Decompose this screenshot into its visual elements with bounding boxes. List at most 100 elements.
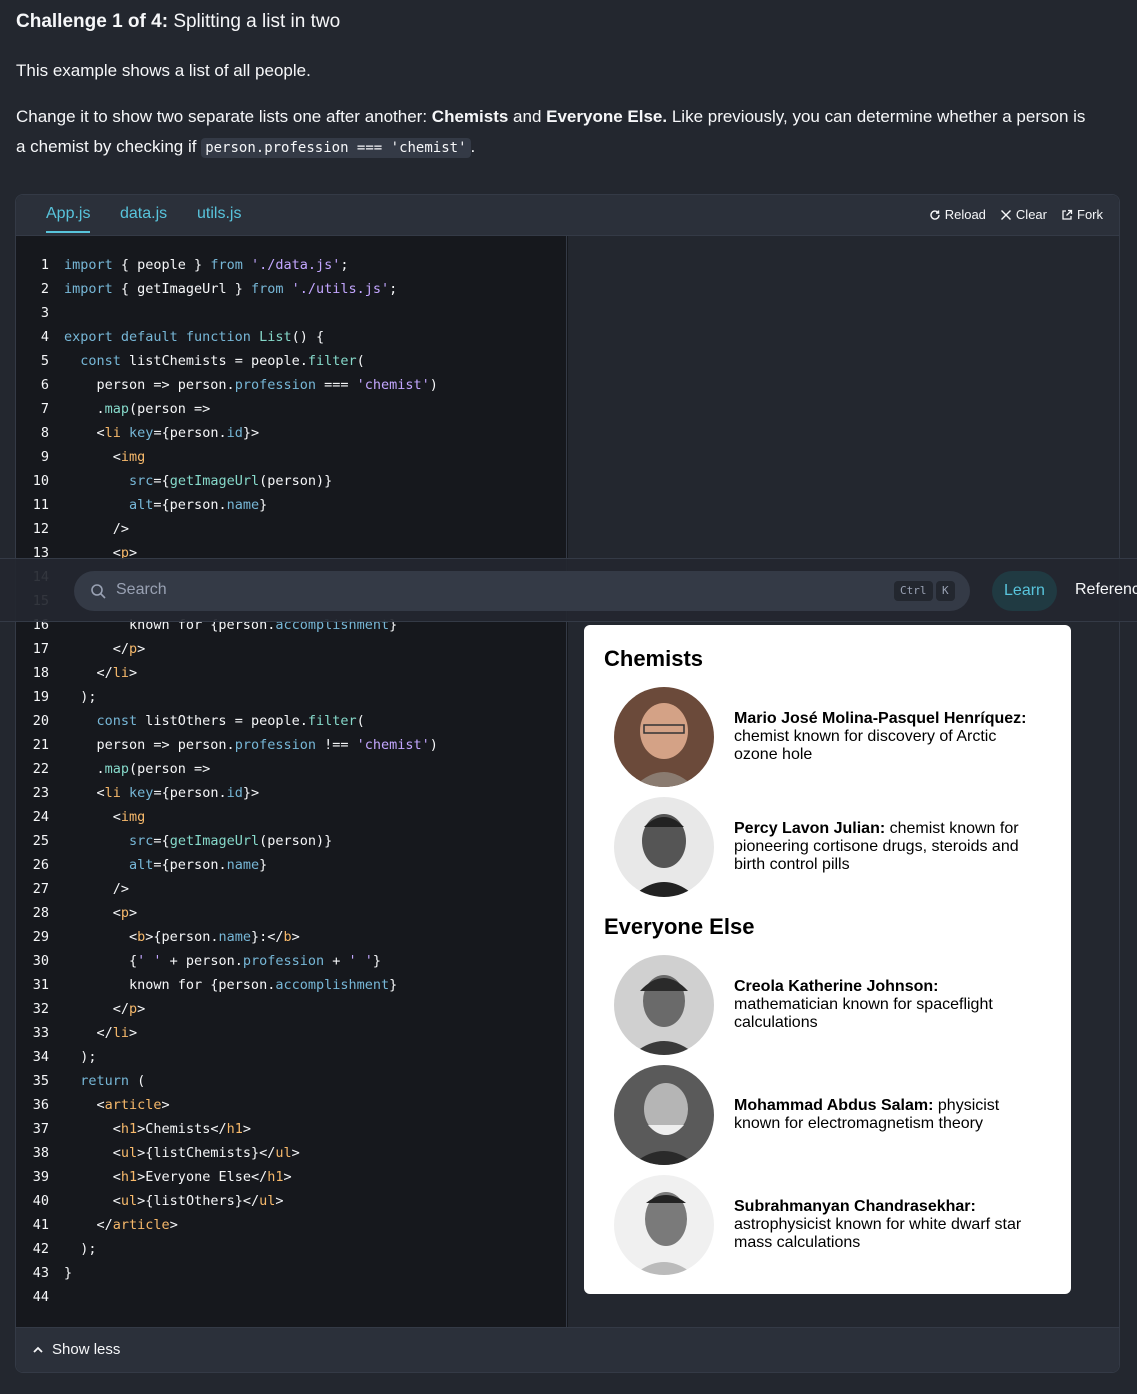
clear-button[interactable]: Clear (1000, 207, 1047, 222)
line-number: 12 (32, 521, 49, 537)
nav-learn[interactable]: Learn (992, 571, 1057, 611)
code-line: 11 alt={person.name} (16, 493, 566, 517)
line-content: ); (64, 1049, 97, 1065)
preview-output: Chemists Mario José Molina-Pasquel Henrí… (584, 625, 1071, 1294)
line-number: 40 (32, 1193, 49, 1209)
code-line: 34 ); (16, 1045, 566, 1069)
shortcut-ctrl: Ctrl (894, 581, 933, 601)
code-line: 26 alt={person.name} (16, 853, 566, 877)
code-line: 31 known for {person.accomplishment} (16, 973, 566, 997)
code-editor[interactable]: 1 import { people } from './data.js'; 2 imp… (16, 236, 567, 1328)
person-desc: chemist known for discovery of Arctic oz… (734, 728, 997, 763)
line-content: /> (64, 881, 130, 897)
code-line: 32 </p> (16, 997, 566, 1021)
tab-app-js[interactable]: App.js (46, 205, 91, 233)
line-number: 42 (32, 1241, 49, 1257)
list-item: Percy Lavon Julian: chemist known for pi… (614, 797, 1054, 897)
line-number: 7 (40, 401, 49, 417)
code-line: 17 </p> (16, 637, 566, 661)
line-content: /> (64, 521, 130, 537)
line-number: 18 (32, 665, 49, 681)
challenge-label: Challenge 1 of 4: (16, 11, 169, 32)
line-number: 9 (40, 449, 49, 465)
fork-button[interactable]: Fork (1061, 207, 1103, 222)
top-nav-bar: Search Ctrl K Learn Referenc (0, 558, 1137, 622)
line-number: 34 (32, 1049, 49, 1065)
line-number: 37 (32, 1121, 49, 1137)
person-text: Mario José Molina-Pasquel Henríquez: che… (734, 687, 1044, 787)
line-number: 3 (40, 305, 49, 321)
person-desc: astrophysicist known for white dwarf sta… (734, 1216, 1022, 1251)
reload-button[interactable]: Reload (929, 207, 986, 222)
show-less-button[interactable]: Show less (32, 1341, 120, 1358)
code-line: 5 const listChemists = people.filter( (16, 349, 566, 373)
search-input[interactable]: Search Ctrl K (74, 571, 970, 611)
line-number: 33 (32, 1025, 49, 1041)
line-content: </li> (64, 665, 138, 681)
avatar (614, 797, 714, 897)
nav-reference[interactable]: Referenc (1075, 581, 1137, 599)
person-name: Subrahmanyan Chandrasekhar: (734, 1198, 976, 1215)
list-item: Creola Katherine Johnson: mathematician … (614, 955, 1054, 1055)
desc-chemists: Chemists (431, 107, 509, 126)
desc-everyone: Everyone Else. (546, 107, 668, 126)
code-line: 21 person => person.profession !== 'chem… (16, 733, 566, 757)
line-number: 36 (32, 1097, 49, 1113)
reload-label: Reload (944, 207, 986, 222)
challenge-title: Splitting a list in two (173, 11, 341, 32)
code-line: 30 {' ' + person.profession + ' '} (16, 949, 566, 973)
sandbox-actions: Reload Clear Fork (929, 207, 1103, 222)
inline-code: person.profession === 'chemist' (201, 138, 471, 158)
line-number: 41 (32, 1217, 49, 1233)
line-number: 5 (40, 353, 49, 369)
code-line: 6 person => person.profession === 'chemi… (16, 373, 566, 397)
line-content: <li key={person.id}> (64, 785, 260, 801)
code-line: 24 <img (16, 805, 566, 829)
tab-data-js[interactable]: data.js (120, 205, 167, 223)
line-number: 31 (32, 977, 49, 993)
line-content: import { getImageUrl } from './utils.js'… (64, 281, 398, 297)
code-line: 42 ); (16, 1237, 566, 1261)
line-number: 20 (32, 713, 49, 729)
line-content: const listOthers = people.filter( (96, 713, 365, 729)
line-content: <b>{person.name}:</b> (64, 929, 300, 945)
chevron-up-icon (33, 1346, 43, 1353)
line-content: src={getImageUrl(person)} (129, 833, 333, 849)
line-content: </p> (64, 641, 146, 657)
line-number: 44 (32, 1289, 49, 1305)
external-link-icon (1062, 209, 1073, 220)
line-content: ); (64, 1241, 97, 1257)
code-line: 12 /> (16, 517, 566, 541)
code-line: 22 .map(person => (16, 757, 566, 781)
challenge-heading: Challenge 1 of 4: Splitting a list in tw… (16, 11, 340, 33)
line-content: const listChemists = people.filter( (80, 353, 365, 369)
code-line: 25 src={getImageUrl(person)} (16, 829, 566, 853)
code-line: 37 <h1>Chemists</h1> (16, 1117, 566, 1141)
list-item: Subrahmanyan Chandrasekhar: astrophysici… (614, 1175, 1054, 1275)
code-line: 28 <p> (16, 901, 566, 925)
code-line: 36 <article> (16, 1093, 566, 1117)
line-number: 27 (32, 881, 49, 897)
line-number: 21 (32, 737, 49, 753)
line-content: known for {person.accomplishment} (64, 977, 398, 993)
person-text: Subrahmanyan Chandrasekhar: astrophysici… (734, 1175, 1044, 1275)
person-name: Mario José Molina-Pasquel Henríquez: (734, 710, 1027, 727)
line-number: 10 (32, 473, 49, 489)
line-content: person => person.profession === 'chemist… (64, 377, 438, 393)
line-content: alt={person.name} (129, 857, 268, 873)
line-number: 17 (32, 641, 49, 657)
line-content: return ( (80, 1073, 146, 1089)
person-name: Mohammad Abdus Salam: (734, 1097, 934, 1114)
line-number: 39 (32, 1169, 49, 1185)
line-number: 2 (40, 281, 49, 297)
line-content: <img (64, 809, 146, 825)
show-less-bar: Show less (16, 1327, 1119, 1372)
avatar (614, 955, 714, 1055)
code-line: 29 <b>{person.name}:</b> (16, 925, 566, 949)
list-item: Mario José Molina-Pasquel Henríquez: che… (614, 687, 1054, 787)
person-text: Mohammad Abdus Salam: physicist known fo… (734, 1065, 1044, 1165)
code-line: 40 <ul>{listOthers}</ul> (16, 1189, 566, 1213)
line-content: person => person.profession !== 'chemist… (64, 737, 438, 753)
line-number: 43 (32, 1265, 49, 1281)
tab-utils-js[interactable]: utils.js (197, 205, 241, 223)
